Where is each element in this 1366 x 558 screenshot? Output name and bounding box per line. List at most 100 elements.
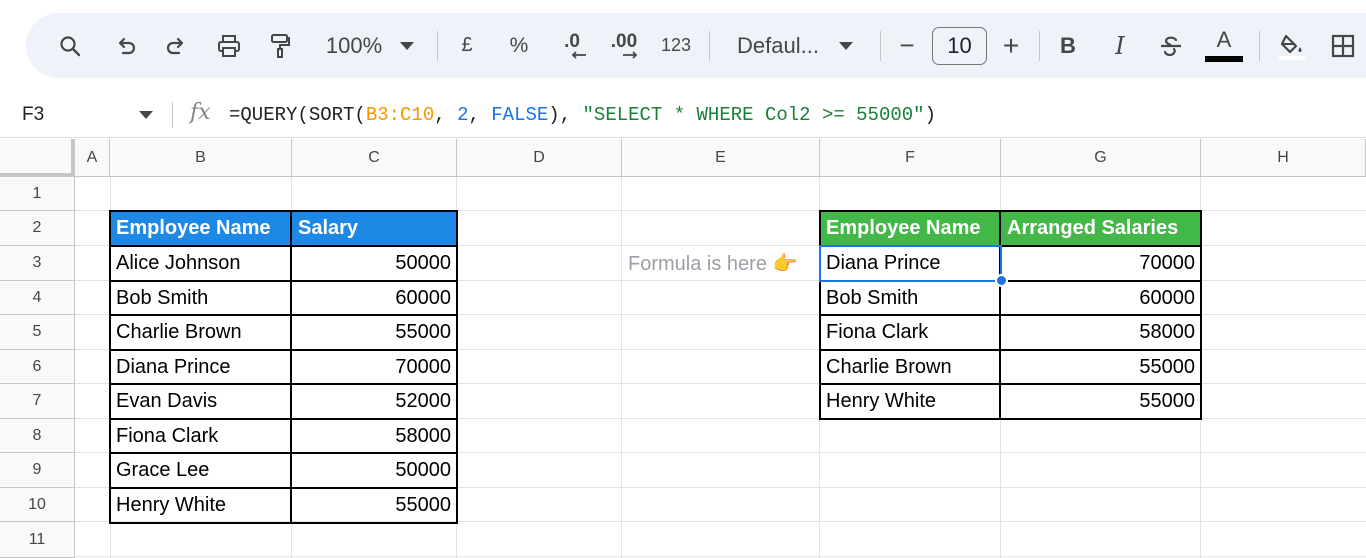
cell-b3[interactable]: Alice Johnson [110, 246, 292, 280]
row-header-10[interactable]: 10 [0, 488, 75, 522]
decrease-font-size-button[interactable]: − [892, 13, 922, 78]
toolbar: 100% £ % .0 .00 123 Defaul... − + B I A [26, 13, 1366, 78]
column-header-h[interactable]: H [1201, 139, 1366, 177]
format-currency-button[interactable]: £ [452, 13, 482, 78]
cell-b7[interactable]: Evan Davis [110, 384, 292, 418]
format-percent-button[interactable]: % [504, 13, 534, 78]
row-header-5[interactable]: 5 [0, 315, 75, 350]
cell-c3[interactable]: 50000 [292, 246, 457, 280]
strikethrough-button[interactable] [1156, 13, 1186, 78]
fill-color-button[interactable] [1274, 13, 1310, 78]
cell-b9[interactable]: Grace Lee [110, 453, 292, 487]
cell-f2[interactable]: Employee Name [820, 211, 1001, 246]
formula-number: 2 [457, 104, 469, 126]
bold-button[interactable]: B [1054, 13, 1082, 78]
more-formats-label: 123 [660, 35, 692, 55]
cell-f5[interactable]: Fiona Clark [820, 315, 1001, 349]
table-border-line [109, 487, 458, 489]
formula-string: "SELECT * WHERE Col2 >= 55000" [582, 104, 925, 126]
formula-bar-divider [172, 102, 173, 128]
decrease-decimal-button[interactable]: .0 [552, 13, 592, 78]
text-color-button[interactable]: A [1204, 13, 1244, 78]
cell-c4[interactable]: 60000 [292, 281, 457, 315]
column-header-a[interactable]: A [75, 139, 110, 177]
toolbar-divider [1039, 31, 1040, 61]
table-border-line [819, 280, 1202, 282]
decrease-decimal-label: .0 [564, 30, 580, 52]
cell-b4[interactable]: Bob Smith [110, 281, 292, 315]
table-border-line [819, 245, 1202, 247]
gridline [75, 556, 1366, 557]
cell-f4[interactable]: Bob Smith [820, 281, 1001, 315]
strikethrough-icon [1161, 36, 1181, 56]
zoom-value: 100% [325, 32, 383, 58]
cell-b6[interactable]: Diana Prince [110, 350, 292, 384]
row-header-9[interactable]: 9 [0, 453, 75, 488]
zoom-select[interactable]: 100% [314, 13, 426, 78]
select-all-corner[interactable] [0, 139, 75, 177]
bold-label: B [1060, 32, 1076, 58]
column-header-g[interactable]: G [1001, 139, 1201, 177]
cell-g7[interactable]: 55000 [1001, 384, 1201, 418]
cell-c6[interactable]: 70000 [292, 350, 457, 384]
paint-format-icon [271, 33, 290, 58]
increase-decimal-button[interactable]: .00 [604, 13, 644, 78]
row-header-8[interactable]: 8 [0, 419, 75, 453]
row-header-11[interactable]: 11 [0, 522, 75, 558]
name-box[interactable]: F3 [22, 92, 44, 138]
gridline [621, 177, 622, 558]
more-formats-button[interactable]: 123 [656, 13, 696, 78]
cell-g2[interactable]: Arranged Salaries [1001, 211, 1201, 246]
row-header-1[interactable]: 1 [0, 177, 75, 211]
table-border-line [109, 418, 458, 420]
column-header-d[interactable]: D [457, 139, 622, 177]
cell-g3[interactable]: 70000 [1001, 246, 1201, 280]
cell-b8[interactable]: Fiona Clark [110, 419, 292, 453]
cell-g5[interactable]: 58000 [1001, 315, 1201, 349]
fill-handle[interactable] [995, 274, 1008, 287]
formula-input[interactable]: =QUERY(SORT(B3:C10, 2, FALSE), "SELECT *… [229, 92, 936, 138]
column-header-c[interactable]: C [292, 139, 457, 177]
cell-g6[interactable]: 55000 [1001, 350, 1201, 384]
column-header-e[interactable]: E [622, 139, 820, 177]
italic-button[interactable]: I [1106, 13, 1134, 78]
column-header-f[interactable]: F [820, 139, 1001, 177]
undo-button[interactable] [110, 13, 142, 78]
borders-button[interactable] [1328, 13, 1358, 78]
print-icon [218, 34, 240, 57]
chevron-down-icon[interactable] [139, 111, 153, 119]
cell-f7[interactable]: Henry White [820, 384, 1001, 418]
redo-button[interactable] [160, 13, 192, 78]
cell-b5[interactable]: Charlie Brown [110, 315, 292, 349]
toolbar-divider [709, 31, 710, 61]
cell-c8[interactable]: 58000 [292, 419, 457, 453]
row-header-4[interactable]: 4 [0, 281, 75, 315]
cell-c2[interactable]: Salary [292, 211, 457, 246]
row-header-3[interactable]: 3 [0, 246, 75, 281]
cell-f6[interactable]: Charlie Brown [820, 350, 1001, 384]
column-header-b[interactable]: B [110, 139, 292, 177]
row-header-2[interactable]: 2 [0, 211, 75, 246]
formula-bar: F3 fx =QUERY(SORT(B3:C10, 2, FALSE), "SE… [0, 92, 1366, 138]
cell-c10[interactable]: 55000 [292, 488, 457, 522]
cell-b2[interactable]: Employee Name [110, 211, 292, 246]
search-menus-button[interactable] [54, 13, 86, 78]
increase-decimal-label: .00 [610, 30, 638, 52]
row-header-7[interactable]: 7 [0, 384, 75, 419]
toolbar-divider [437, 31, 438, 61]
font-size-input[interactable]: 10 [932, 27, 987, 65]
font-select[interactable]: Defaul... [730, 13, 860, 78]
row-header-6[interactable]: 6 [0, 350, 75, 384]
cell-c5[interactable]: 55000 [292, 315, 457, 349]
table-border-line [290, 210, 292, 524]
cell-c9[interactable]: 50000 [292, 453, 457, 487]
paint-format-button[interactable] [264, 13, 296, 78]
cell-c7[interactable]: 52000 [292, 384, 457, 418]
print-button[interactable] [212, 13, 246, 78]
increase-font-size-button[interactable]: + [996, 13, 1026, 78]
cell-g4[interactable]: 60000 [1001, 281, 1201, 315]
spreadsheet-grid: A B C D E F G H 1 2 3 4 5 6 7 8 9 10 11 … [0, 139, 1366, 558]
cell-b10[interactable]: Henry White [110, 488, 292, 522]
chevron-down-icon [838, 41, 853, 50]
cell-f3[interactable]: Diana Prince [820, 246, 1001, 280]
